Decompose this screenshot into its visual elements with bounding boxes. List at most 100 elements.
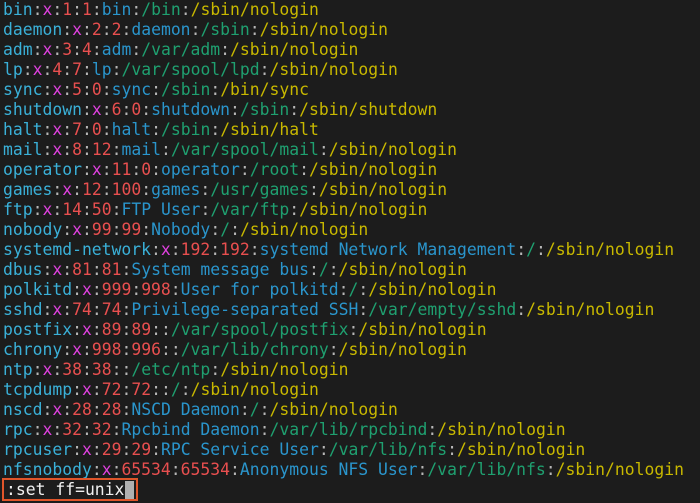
passwd-line: daemon:x:2:2:daemon:/sbin:/sbin/nologin [3,20,684,40]
login-shell: /sbin/halt [220,120,319,139]
home-dir: / [249,400,260,419]
colon-separator: : [121,260,132,279]
colon-separator: : [200,180,211,199]
login-shell: /sbin/nologin [338,340,467,359]
gecos: mail [121,140,161,159]
username: daemon [3,20,63,39]
colon-separator: : [289,200,300,219]
login-shell: /bin/sync [220,80,309,99]
gid: 1 [81,0,92,19]
colon-separator: : [91,440,102,459]
login-shell: /sbin/nologin [269,60,398,79]
colon-separator: : [52,360,63,379]
colon-separator: : [82,60,92,79]
gid: 100 [111,180,142,199]
password-field: x [62,180,73,199]
colon-separator: : [180,0,191,19]
username: shutdown [3,100,82,119]
gecos: bin [101,0,132,19]
colon-separator: : [230,460,240,479]
colon-separator: : [121,380,132,399]
passwd-line: sync:x:5:0:sync:/sbin:/bin/sync [3,80,684,100]
passwd-line: nfsnobody:x:65534:65534:Anonymous NFS Us… [3,460,684,480]
colon-separator: : [111,460,122,479]
colon-separator: : [72,380,82,399]
colon-separator: : [259,60,270,79]
gecos: System message bus [131,260,309,279]
vim-buffer[interactable]: bin:x:1:1:bin:/bin:/sbin/nologin daemon:x… [3,0,684,480]
gecos: User for polkitd [180,280,339,299]
passwd-line: halt:x:7:0:halt:/sbin:/sbin/halt [3,120,684,140]
password-field: x [52,260,63,279]
gid: 72 [131,380,152,399]
gecos: games [151,180,201,199]
username: rpcuser [3,440,73,459]
home-dir: /bin [141,0,181,19]
password-field: x [42,200,53,219]
passwd-line: shutdown:x:6:0:shutdown:/sbin:/sbin/shut… [3,100,684,120]
colon-separator: : [52,0,63,19]
username: bin [3,0,33,19]
uid: 38 [62,360,82,379]
colon-separator: : [289,100,300,119]
uid: 7 [72,120,82,139]
passwd-line: sshd:x:74:74:Privilege-separated SSH:/va… [3,300,684,320]
username: games [3,180,53,199]
home-dir: / [526,240,536,259]
colon-separator: : [91,0,102,19]
colon-separator: : [170,460,181,479]
gecos: systemd Network Management [259,240,517,259]
colon-separator: : [141,220,152,239]
colon-separator: : [62,300,73,319]
uid: 3 [62,40,73,59]
colon-separator: : [62,140,73,159]
colon-separator: : [151,240,161,259]
colon-separator: : [72,180,82,199]
login-shell: /sbin/shutdown [299,100,438,119]
colon-separator: : [121,20,132,39]
password-field: x [52,120,63,139]
login-shell: /sbin/nologin [318,180,448,199]
colon-separator: : [62,120,73,139]
login-shell: /sbin/nologin [545,240,675,259]
login-shell: /sbin/nologin [457,440,586,459]
gecos: operator [160,160,240,179]
gid: 4 [81,40,92,59]
gecos: Anonymous NFS User [239,460,418,479]
colon-separator: : [111,60,122,79]
password-field: x [32,60,43,79]
colon-separator: : [160,380,171,399]
uid: 29 [101,440,122,459]
uid: 89 [101,320,122,339]
gid: 996 [131,340,161,359]
home-dir: /var/lib/rpcbind [269,420,428,439]
home-dir: /sbin [160,120,211,139]
colon-separator: : [259,400,270,419]
gid: 50 [91,200,112,219]
home-dir: /var/lib/nfs [427,460,546,479]
uid: 4 [52,60,63,79]
gid: 74 [101,300,122,319]
colon-separator: : [81,100,92,119]
vim-command-line[interactable]: :set ff=unix [2,478,139,501]
gid: 998 [141,280,171,299]
colon-separator: : [121,440,132,459]
home-dir: /var/spool/mail [170,140,319,159]
uid: 14 [62,200,82,219]
username: ftp [3,200,33,219]
gid: 7 [72,60,82,79]
colon-separator: : [81,140,92,159]
password-field: x [91,100,102,119]
password-field: x [81,380,92,399]
password-field: x [42,0,53,19]
colon-separator: : [42,80,53,99]
colon-separator: : [249,240,260,259]
colon-separator: : [101,20,112,39]
colon-separator: : [91,260,102,279]
colon-separator: : [318,140,329,159]
home-dir: /var/adm [141,40,221,59]
home-dir: /root [249,160,300,179]
gid: 2 [111,20,122,39]
passwd-line: adm:x:3:4:adm:/var/adm:/sbin/nologin [3,40,684,60]
colon-separator: : [32,200,43,219]
